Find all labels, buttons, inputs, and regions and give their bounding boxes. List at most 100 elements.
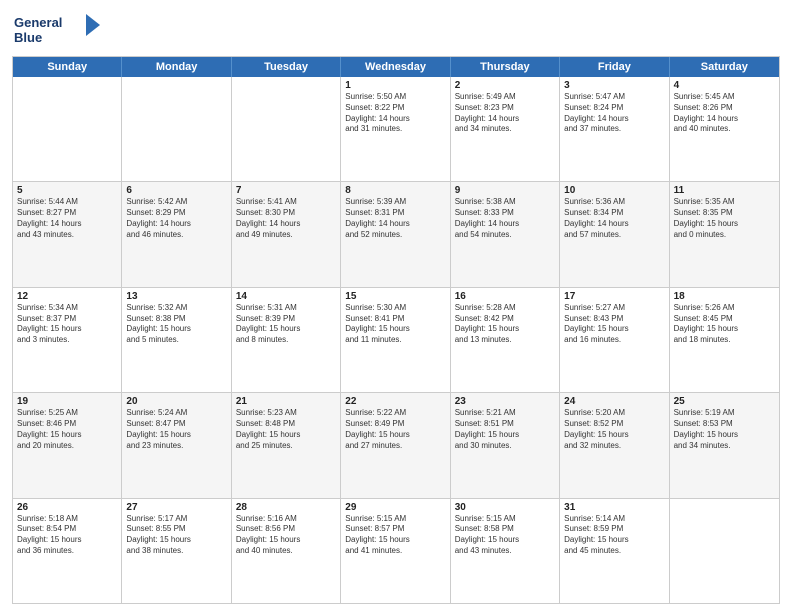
day-info: Sunrise: 5:44 AM Sunset: 8:27 PM Dayligh… — [17, 197, 117, 240]
cal-cell-day-9: 9Sunrise: 5:38 AM Sunset: 8:33 PM Daylig… — [451, 182, 560, 286]
day-info: Sunrise: 5:19 AM Sunset: 8:53 PM Dayligh… — [674, 408, 775, 451]
cal-header-day-tuesday: Tuesday — [232, 57, 341, 77]
day-info: Sunrise: 5:31 AM Sunset: 8:39 PM Dayligh… — [236, 303, 336, 346]
cal-cell-day-5: 5Sunrise: 5:44 AM Sunset: 8:27 PM Daylig… — [13, 182, 122, 286]
cal-cell-day-28: 28Sunrise: 5:16 AM Sunset: 8:56 PM Dayli… — [232, 499, 341, 603]
cal-header-day-sunday: Sunday — [13, 57, 122, 77]
day-number: 31 — [564, 502, 664, 513]
day-info: Sunrise: 5:26 AM Sunset: 8:45 PM Dayligh… — [674, 303, 775, 346]
day-number: 27 — [126, 502, 226, 513]
day-info: Sunrise: 5:15 AM Sunset: 8:57 PM Dayligh… — [345, 514, 445, 557]
day-number: 2 — [455, 80, 555, 91]
cal-cell-day-11: 11Sunrise: 5:35 AM Sunset: 8:35 PM Dayli… — [670, 182, 779, 286]
cal-cell-day-30: 30Sunrise: 5:15 AM Sunset: 8:58 PM Dayli… — [451, 499, 560, 603]
day-info: Sunrise: 5:16 AM Sunset: 8:56 PM Dayligh… — [236, 514, 336, 557]
day-info: Sunrise: 5:22 AM Sunset: 8:49 PM Dayligh… — [345, 408, 445, 451]
cal-cell-empty — [122, 77, 231, 181]
day-info: Sunrise: 5:15 AM Sunset: 8:58 PM Dayligh… — [455, 514, 555, 557]
day-info: Sunrise: 5:28 AM Sunset: 8:42 PM Dayligh… — [455, 303, 555, 346]
day-info: Sunrise: 5:34 AM Sunset: 8:37 PM Dayligh… — [17, 303, 117, 346]
cal-cell-day-22: 22Sunrise: 5:22 AM Sunset: 8:49 PM Dayli… — [341, 393, 450, 497]
day-number: 17 — [564, 291, 664, 302]
day-number: 29 — [345, 502, 445, 513]
cal-cell-day-6: 6Sunrise: 5:42 AM Sunset: 8:29 PM Daylig… — [122, 182, 231, 286]
cal-cell-empty — [232, 77, 341, 181]
cal-cell-empty — [670, 499, 779, 603]
day-info: Sunrise: 5:23 AM Sunset: 8:48 PM Dayligh… — [236, 408, 336, 451]
day-number: 1 — [345, 80, 445, 91]
cal-cell-day-7: 7Sunrise: 5:41 AM Sunset: 8:30 PM Daylig… — [232, 182, 341, 286]
cal-header-day-wednesday: Wednesday — [341, 57, 450, 77]
day-info: Sunrise: 5:45 AM Sunset: 8:26 PM Dayligh… — [674, 92, 775, 135]
cal-cell-day-1: 1Sunrise: 5:50 AM Sunset: 8:22 PM Daylig… — [341, 77, 450, 181]
cal-row-1: 5Sunrise: 5:44 AM Sunset: 8:27 PM Daylig… — [13, 181, 779, 286]
day-number: 7 — [236, 185, 336, 196]
day-info: Sunrise: 5:30 AM Sunset: 8:41 PM Dayligh… — [345, 303, 445, 346]
cal-cell-day-24: 24Sunrise: 5:20 AM Sunset: 8:52 PM Dayli… — [560, 393, 669, 497]
cal-cell-day-18: 18Sunrise: 5:26 AM Sunset: 8:45 PM Dayli… — [670, 288, 779, 392]
day-number: 6 — [126, 185, 226, 196]
day-info: Sunrise: 5:47 AM Sunset: 8:24 PM Dayligh… — [564, 92, 664, 135]
day-number: 23 — [455, 396, 555, 407]
cal-cell-day-2: 2Sunrise: 5:49 AM Sunset: 8:23 PM Daylig… — [451, 77, 560, 181]
cal-cell-day-27: 27Sunrise: 5:17 AM Sunset: 8:55 PM Dayli… — [122, 499, 231, 603]
calendar-body: 1Sunrise: 5:50 AM Sunset: 8:22 PM Daylig… — [13, 77, 779, 603]
cal-cell-day-26: 26Sunrise: 5:18 AM Sunset: 8:54 PM Dayli… — [13, 499, 122, 603]
day-info: Sunrise: 5:14 AM Sunset: 8:59 PM Dayligh… — [564, 514, 664, 557]
day-info: Sunrise: 5:17 AM Sunset: 8:55 PM Dayligh… — [126, 514, 226, 557]
cal-row-4: 26Sunrise: 5:18 AM Sunset: 8:54 PM Dayli… — [13, 498, 779, 603]
cal-cell-day-29: 29Sunrise: 5:15 AM Sunset: 8:57 PM Dayli… — [341, 499, 450, 603]
cal-cell-day-20: 20Sunrise: 5:24 AM Sunset: 8:47 PM Dayli… — [122, 393, 231, 497]
day-number: 10 — [564, 185, 664, 196]
page: General Blue SundayMondayTuesdayWednesda… — [0, 0, 792, 612]
cal-cell-day-19: 19Sunrise: 5:25 AM Sunset: 8:46 PM Dayli… — [13, 393, 122, 497]
cal-row-2: 12Sunrise: 5:34 AM Sunset: 8:37 PM Dayli… — [13, 287, 779, 392]
day-number: 24 — [564, 396, 664, 407]
cal-header-day-friday: Friday — [560, 57, 669, 77]
calendar: SundayMondayTuesdayWednesdayThursdayFrid… — [12, 56, 780, 604]
cal-cell-day-12: 12Sunrise: 5:34 AM Sunset: 8:37 PM Dayli… — [13, 288, 122, 392]
day-info: Sunrise: 5:50 AM Sunset: 8:22 PM Dayligh… — [345, 92, 445, 135]
day-number: 3 — [564, 80, 664, 91]
day-number: 21 — [236, 396, 336, 407]
svg-text:Blue: Blue — [14, 30, 42, 45]
day-number: 30 — [455, 502, 555, 513]
day-number: 19 — [17, 396, 117, 407]
cal-header-day-monday: Monday — [122, 57, 231, 77]
day-number: 28 — [236, 502, 336, 513]
cal-row-0: 1Sunrise: 5:50 AM Sunset: 8:22 PM Daylig… — [13, 77, 779, 181]
cal-cell-day-4: 4Sunrise: 5:45 AM Sunset: 8:26 PM Daylig… — [670, 77, 779, 181]
day-number: 14 — [236, 291, 336, 302]
day-number: 20 — [126, 396, 226, 407]
day-number: 26 — [17, 502, 117, 513]
calendar-header: SundayMondayTuesdayWednesdayThursdayFrid… — [13, 57, 779, 77]
day-info: Sunrise: 5:18 AM Sunset: 8:54 PM Dayligh… — [17, 514, 117, 557]
day-info: Sunrise: 5:20 AM Sunset: 8:52 PM Dayligh… — [564, 408, 664, 451]
cal-cell-day-21: 21Sunrise: 5:23 AM Sunset: 8:48 PM Dayli… — [232, 393, 341, 497]
day-number: 5 — [17, 185, 117, 196]
cal-cell-day-17: 17Sunrise: 5:27 AM Sunset: 8:43 PM Dayli… — [560, 288, 669, 392]
day-info: Sunrise: 5:25 AM Sunset: 8:46 PM Dayligh… — [17, 408, 117, 451]
svg-text:General: General — [14, 15, 62, 30]
day-info: Sunrise: 5:32 AM Sunset: 8:38 PM Dayligh… — [126, 303, 226, 346]
cal-cell-day-8: 8Sunrise: 5:39 AM Sunset: 8:31 PM Daylig… — [341, 182, 450, 286]
cal-cell-day-16: 16Sunrise: 5:28 AM Sunset: 8:42 PM Dayli… — [451, 288, 560, 392]
day-number: 11 — [674, 185, 775, 196]
day-info: Sunrise: 5:38 AM Sunset: 8:33 PM Dayligh… — [455, 197, 555, 240]
day-info: Sunrise: 5:27 AM Sunset: 8:43 PM Dayligh… — [564, 303, 664, 346]
day-info: Sunrise: 5:24 AM Sunset: 8:47 PM Dayligh… — [126, 408, 226, 451]
cal-cell-day-3: 3Sunrise: 5:47 AM Sunset: 8:24 PM Daylig… — [560, 77, 669, 181]
cal-header-day-saturday: Saturday — [670, 57, 779, 77]
header: General Blue — [12, 10, 780, 50]
cal-header-day-thursday: Thursday — [451, 57, 560, 77]
day-number: 12 — [17, 291, 117, 302]
day-number: 18 — [674, 291, 775, 302]
logo: General Blue — [12, 10, 102, 50]
day-info: Sunrise: 5:41 AM Sunset: 8:30 PM Dayligh… — [236, 197, 336, 240]
cal-cell-day-14: 14Sunrise: 5:31 AM Sunset: 8:39 PM Dayli… — [232, 288, 341, 392]
day-number: 9 — [455, 185, 555, 196]
cal-cell-day-13: 13Sunrise: 5:32 AM Sunset: 8:38 PM Dayli… — [122, 288, 231, 392]
cal-cell-day-10: 10Sunrise: 5:36 AM Sunset: 8:34 PM Dayli… — [560, 182, 669, 286]
cal-cell-day-15: 15Sunrise: 5:30 AM Sunset: 8:41 PM Dayli… — [341, 288, 450, 392]
day-number: 15 — [345, 291, 445, 302]
